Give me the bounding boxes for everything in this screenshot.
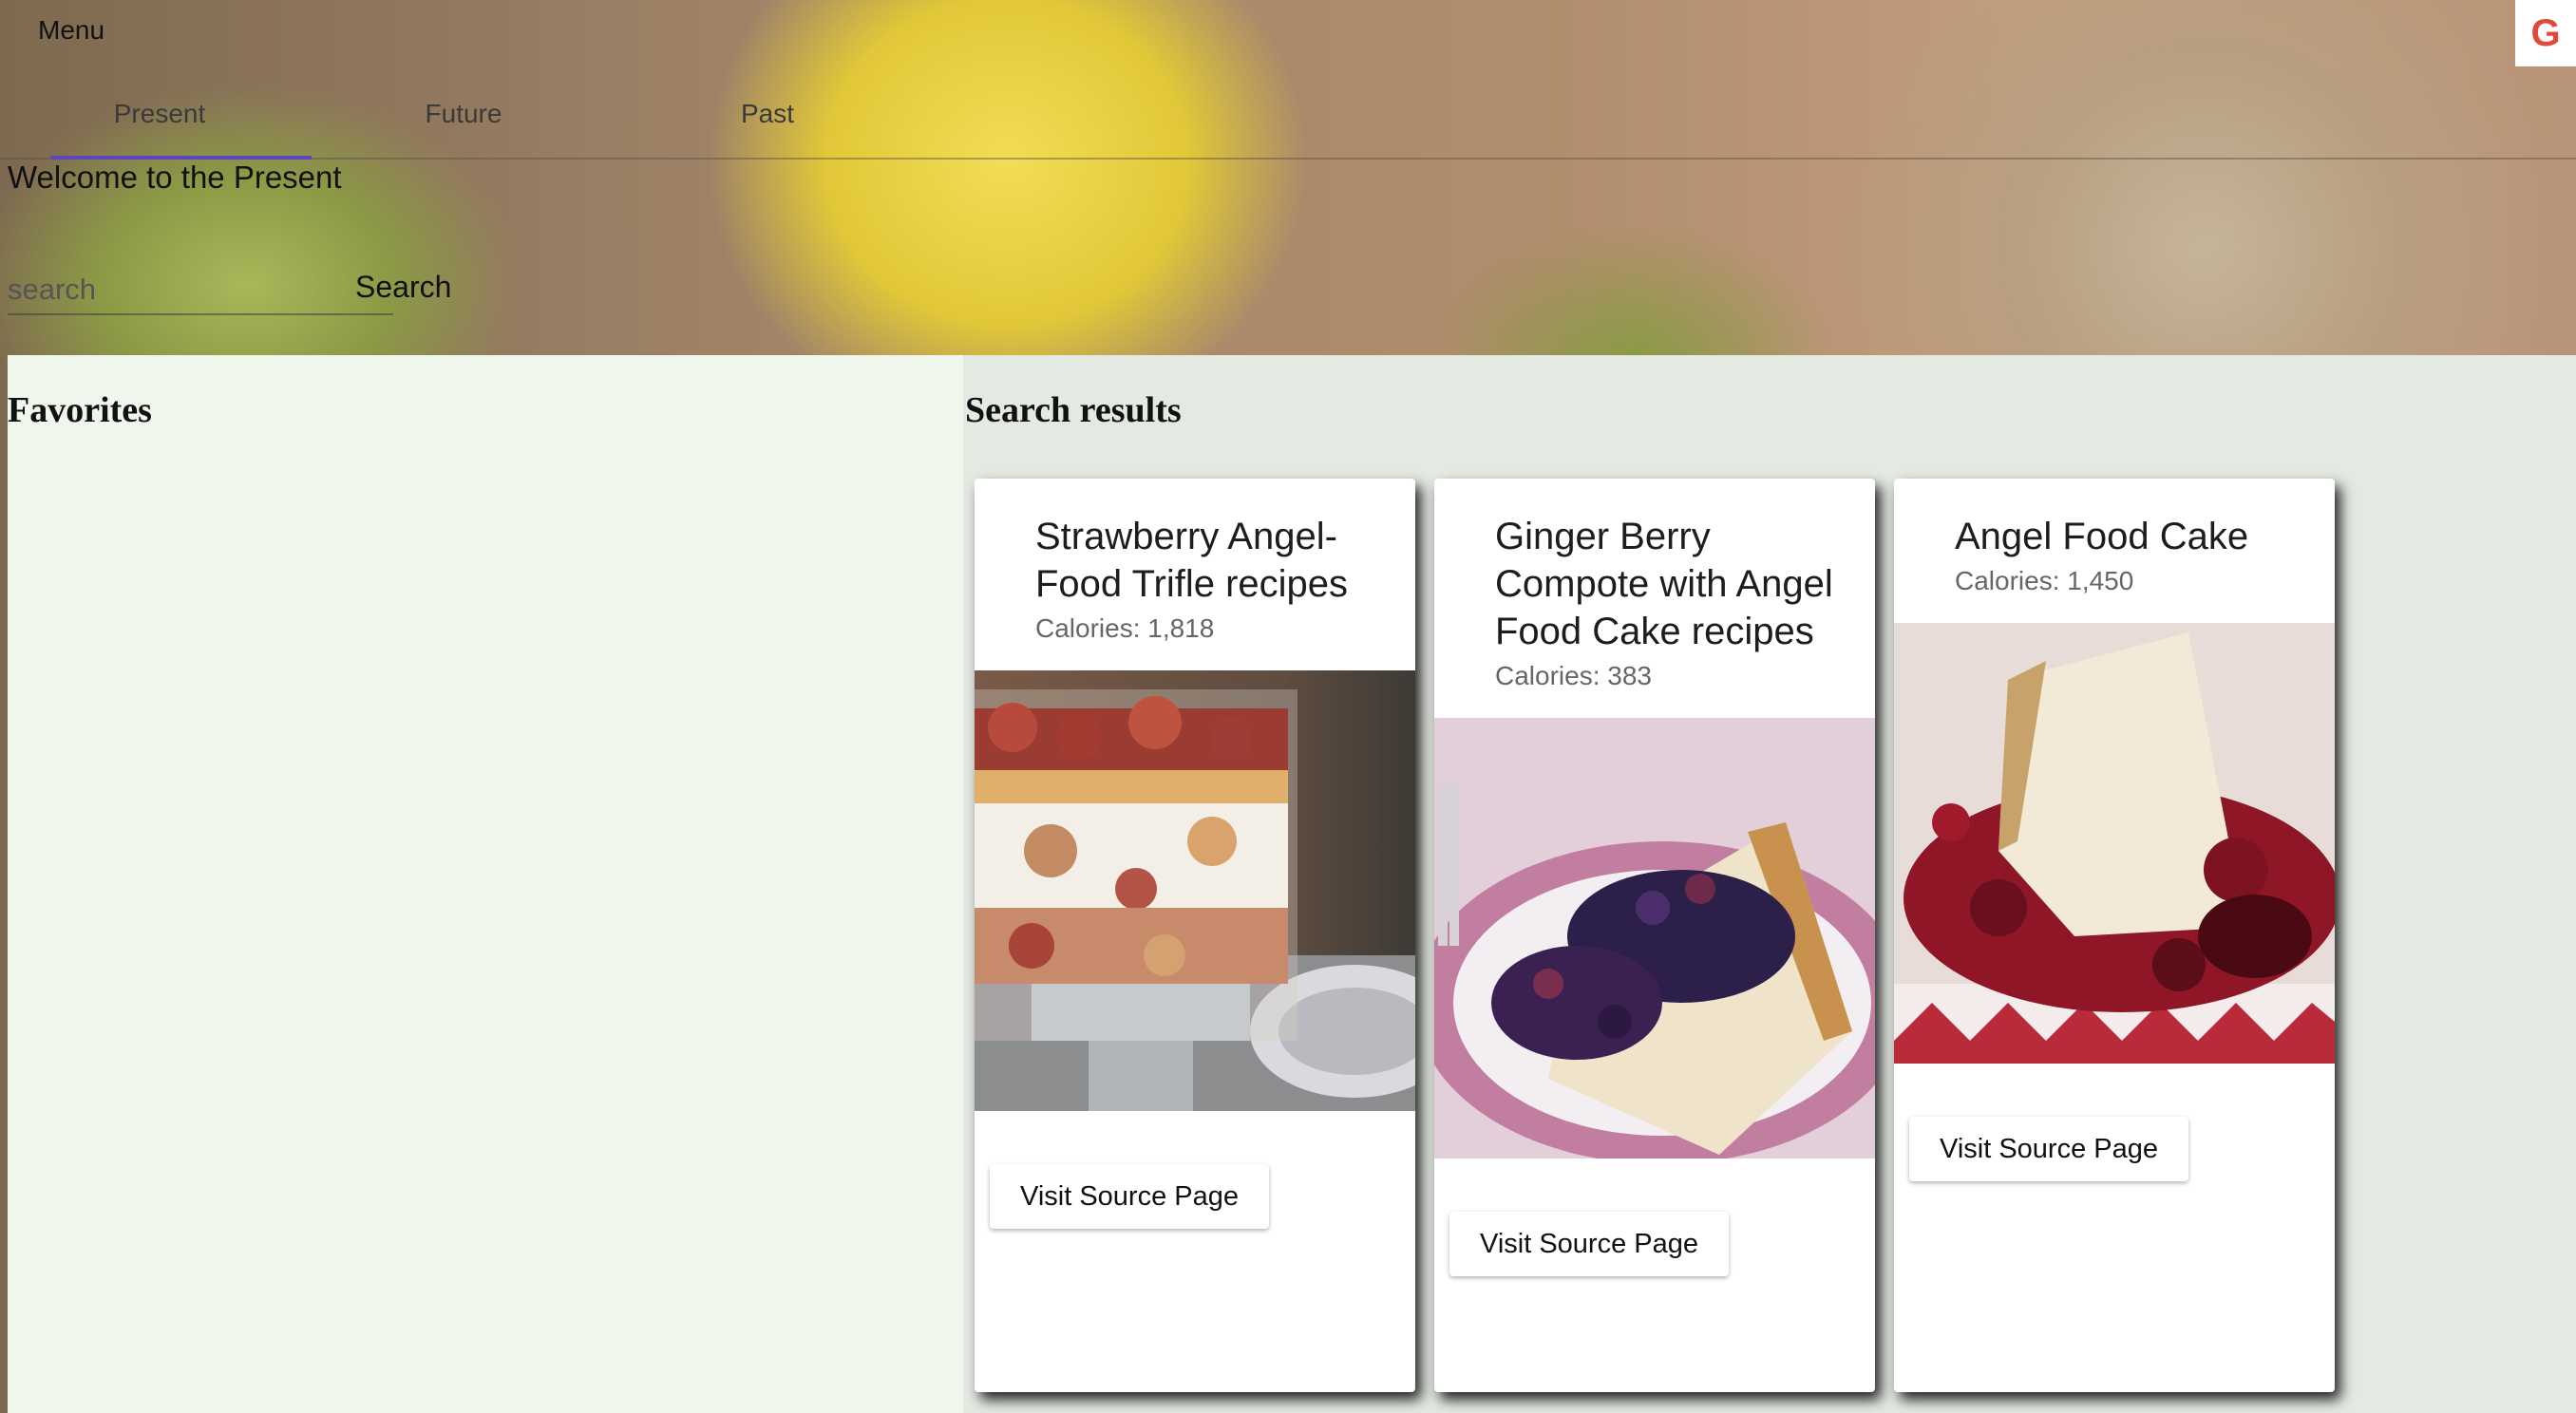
search-input[interactable] [8,266,393,315]
recipe-card: Strawberry Angel-Food Trifle recipes Cal… [975,479,1415,1392]
recipe-calories: Calories: 383 [1495,661,1652,690]
search-button[interactable]: Search [355,270,451,305]
angel-cake-photo [1894,623,2335,1064]
recipe-calories: Calories: 1,450 [1955,566,2134,595]
visit-source-button[interactable]: Visit Source Page [1909,1117,2188,1181]
tab-future[interactable]: Future [359,99,568,129]
google-icon[interactable]: G [2515,0,2576,66]
recipe-title: Angel Food Cake [1955,516,2249,557]
welcome-heading: Welcome to the Present [8,160,342,195]
search-results-heading: Search results [965,390,1182,430]
recipe-title: Strawberry Angel-Food Trifle recipes [1035,516,1349,605]
tab-present[interactable]: Present [55,99,264,129]
recipe-title: Ginger Berry Compote with Angel Food Cak… [1495,516,1833,652]
trifle-photo [975,670,1415,1111]
visit-source-button[interactable]: Visit Source Page [1449,1212,1729,1276]
tab-past[interactable]: Past [663,99,872,129]
menu-button[interactable]: Menu [38,15,104,46]
visit-source-button[interactable]: Visit Source Page [990,1164,1269,1229]
search-results-panel: Search results Strawberry Angel-Food Tri… [963,355,2576,1413]
recipe-card: Ginger Berry Compote with Angel Food Cak… [1434,479,1875,1392]
recipe-calories: Calories: 1,818 [1035,613,1215,643]
cake-compote-photo [1434,718,1875,1159]
favorites-panel: Favorites [8,355,963,1413]
recipe-card: Angel Food Cake Calories: 1,450 Visit So… [1894,479,2335,1392]
tab-bar: Present Future Past [0,89,2576,160]
favorites-heading: Favorites [8,390,152,430]
